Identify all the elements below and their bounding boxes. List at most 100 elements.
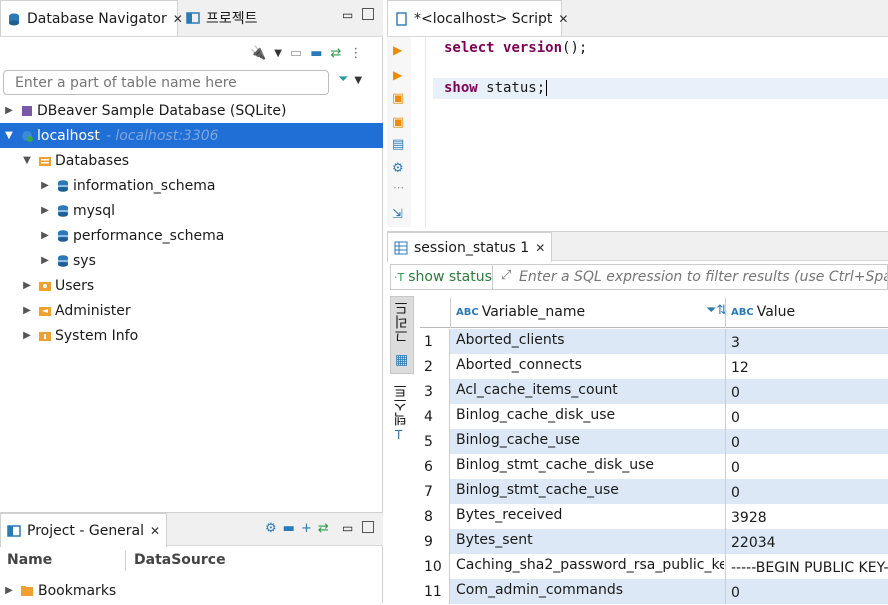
minimize-icon[interactable]: ▭ xyxy=(342,8,353,22)
expand-arrow-icon[interactable]: ▶ xyxy=(22,330,32,341)
row-number[interactable]: 4 xyxy=(420,404,450,429)
cell-value[interactable]: 0 xyxy=(731,455,888,480)
expand-arrow-icon[interactable]: ▶ xyxy=(4,585,14,596)
collapse-icon[interactable]: ▬ xyxy=(283,521,295,536)
expand-arrow-icon[interactable]: ▶ xyxy=(40,230,50,241)
row-number[interactable]: 10 xyxy=(420,554,450,579)
maximize-icon[interactable] xyxy=(362,521,374,537)
gear-icon[interactable]: ⚙ xyxy=(265,521,277,536)
cell-value[interactable]: 3 xyxy=(731,330,888,355)
minimize-icon[interactable]: ▭ xyxy=(342,521,353,535)
row-number[interactable]: 8 xyxy=(420,504,450,529)
cell-value[interactable]: 0 xyxy=(731,380,888,405)
link-icon[interactable]: ⇄ xyxy=(318,521,329,536)
query-label[interactable]: ·T show status xyxy=(391,265,493,289)
expand-filter-icon[interactable]: ⤢ xyxy=(501,268,511,283)
code-line-2[interactable]: show status; xyxy=(444,80,548,96)
new-folder-icon[interactable]: ▭ xyxy=(290,46,302,61)
tree-item-system-info[interactable]: ▶ System Info xyxy=(0,323,383,348)
side-tab-text[interactable]: 텍스트 T xyxy=(390,380,414,450)
tab-database-navigator[interactable]: Database Navigator ✕ xyxy=(0,0,183,36)
cell-variable-name[interactable]: Binlog_cache_use xyxy=(456,427,724,452)
filter-icon[interactable]: ⏷ ▼ xyxy=(338,72,362,87)
execute-script-new-tab-icon[interactable]: ▣ xyxy=(392,115,404,130)
row-number[interactable]: 5 xyxy=(420,429,450,454)
more-icon[interactable]: ⋯ xyxy=(393,181,404,194)
row-number[interactable]: 11 xyxy=(420,579,450,604)
tree-item-sys[interactable]: ▶ sys xyxy=(0,248,383,273)
chevron-down-icon[interactable]: ▼ xyxy=(274,48,282,59)
column-name-header[interactable]: Name xyxy=(7,552,52,568)
row-number[interactable]: 9 xyxy=(420,529,450,554)
project-item-bookmarks[interactable]: ▶ Bookmarks xyxy=(0,578,382,603)
add-icon[interactable]: + xyxy=(301,521,312,536)
column-datasource-header[interactable]: DataSource xyxy=(134,552,226,568)
cell-value[interactable]: 22034 xyxy=(731,530,888,555)
side-tab-grid[interactable]: 그리드 ▦ xyxy=(390,296,414,374)
collapse-arrow-icon[interactable]: ▼ xyxy=(22,155,32,166)
row-number[interactable]: 1 xyxy=(420,329,450,354)
expand-arrow-icon[interactable]: ▶ xyxy=(40,180,50,191)
tree-item-administer[interactable]: ▶ Administer xyxy=(0,298,383,323)
cell-variable-name[interactable]: Caching_sha2_password_rsa_public_key xyxy=(456,552,724,577)
tree-item-performance-schema[interactable]: ▶ performance_schema xyxy=(0,223,383,248)
expand-arrow-icon[interactable]: ▶ xyxy=(40,255,50,266)
expand-arrow-icon[interactable]: ▶ xyxy=(22,305,32,316)
collapse-all-icon[interactable]: ▬ xyxy=(310,46,322,61)
tree-item-databases[interactable]: ▼ Databases xyxy=(0,148,383,173)
tree-item-users[interactable]: ▶ Users xyxy=(0,273,383,298)
tab-project-general[interactable]: Project - General ✕ xyxy=(0,513,168,547)
column-header-variable-name[interactable]: ABC Variable_name xyxy=(456,304,585,320)
row-number[interactable]: 6 xyxy=(420,454,450,479)
export-icon[interactable]: ⇲ xyxy=(392,207,403,222)
execute-statement-icon[interactable]: ▶ xyxy=(393,43,402,57)
maximize-icon[interactable] xyxy=(362,8,374,24)
filter-input[interactable] xyxy=(519,266,887,287)
cell-value[interactable]: -----BEGIN PUBLIC KEY- xyxy=(731,555,888,580)
expand-arrow-icon[interactable]: ▶ xyxy=(40,205,50,216)
cell-variable-name[interactable]: Bytes_sent xyxy=(456,527,724,552)
column-header-value[interactable]: ABC Value xyxy=(731,304,795,320)
cell-variable-name[interactable]: Binlog_stmt_cache_use xyxy=(456,477,724,502)
gear-icon[interactable]: ⚙ xyxy=(392,161,404,176)
cell-value[interactable]: 12 xyxy=(731,355,888,380)
tree-item-information-schema[interactable]: ▶ information_schema xyxy=(0,173,383,198)
table-search-input[interactable] xyxy=(4,71,328,94)
tree-item-mysql[interactable]: ▶ mysql xyxy=(0,198,383,223)
cell-variable-name[interactable]: Aborted_clients xyxy=(456,327,724,352)
tab-session-status[interactable]: session_status 1 ✕ xyxy=(387,232,553,262)
explain-plan-icon[interactable]: ▤ xyxy=(392,137,404,152)
cell-value[interactable]: 0 xyxy=(731,405,888,430)
tab-script[interactable]: *<localhost> Script ✕ xyxy=(387,0,568,36)
table-search-box[interactable] xyxy=(3,70,329,95)
cell-value[interactable]: 3928 xyxy=(731,505,888,530)
link-editor-icon[interactable]: ⇄ xyxy=(330,46,341,61)
row-number[interactable]: 7 xyxy=(420,479,450,504)
cell-variable-name[interactable]: Binlog_stmt_cache_disk_use xyxy=(456,452,724,477)
tree-item-dbeaver-sample-database-sqlite[interactable]: ▶ DBeaver Sample Database (SQLite) xyxy=(0,98,383,123)
cell-value[interactable]: 0 xyxy=(731,430,888,455)
sql-editor[interactable]: select version(); show status; xyxy=(411,37,888,227)
cell-variable-name[interactable]: Bytes_received xyxy=(456,502,724,527)
tree-item-localhost[interactable]: ▼ localhost - localhost:3306 xyxy=(0,123,383,148)
cell-value[interactable]: 0 xyxy=(731,480,888,505)
execute-script-icon[interactable]: ▣ xyxy=(392,91,404,106)
new-connection-icon[interactable]: 🔌 xyxy=(250,46,266,61)
cell-variable-name[interactable]: Acl_cache_items_count xyxy=(456,377,724,402)
code-line-1[interactable]: select version(); xyxy=(444,40,587,56)
view-menu-icon[interactable]: ⋮ xyxy=(349,46,362,61)
cell-variable-name[interactable]: Com_admin_commands xyxy=(456,577,724,602)
close-icon[interactable]: ✕ xyxy=(535,241,545,255)
cell-variable-name[interactable]: Binlog_cache_disk_use xyxy=(456,402,724,427)
cell-value[interactable]: 0 xyxy=(731,580,888,605)
expand-arrow-icon[interactable]: ▶ xyxy=(4,105,14,116)
cell-variable-name[interactable]: Aborted_connects xyxy=(456,352,724,377)
row-number[interactable]: 3 xyxy=(420,379,450,404)
expand-arrow-icon[interactable]: ▶ xyxy=(22,280,32,291)
close-icon[interactable]: ✕ xyxy=(558,12,568,26)
tab-projects[interactable]: 프로젝트 xyxy=(180,0,290,36)
collapse-arrow-icon[interactable]: ▼ xyxy=(4,130,14,141)
execute-in-new-tab-icon[interactable]: ▶ xyxy=(393,68,402,82)
close-icon[interactable]: ✕ xyxy=(150,524,160,538)
row-number[interactable]: 2 xyxy=(420,354,450,379)
